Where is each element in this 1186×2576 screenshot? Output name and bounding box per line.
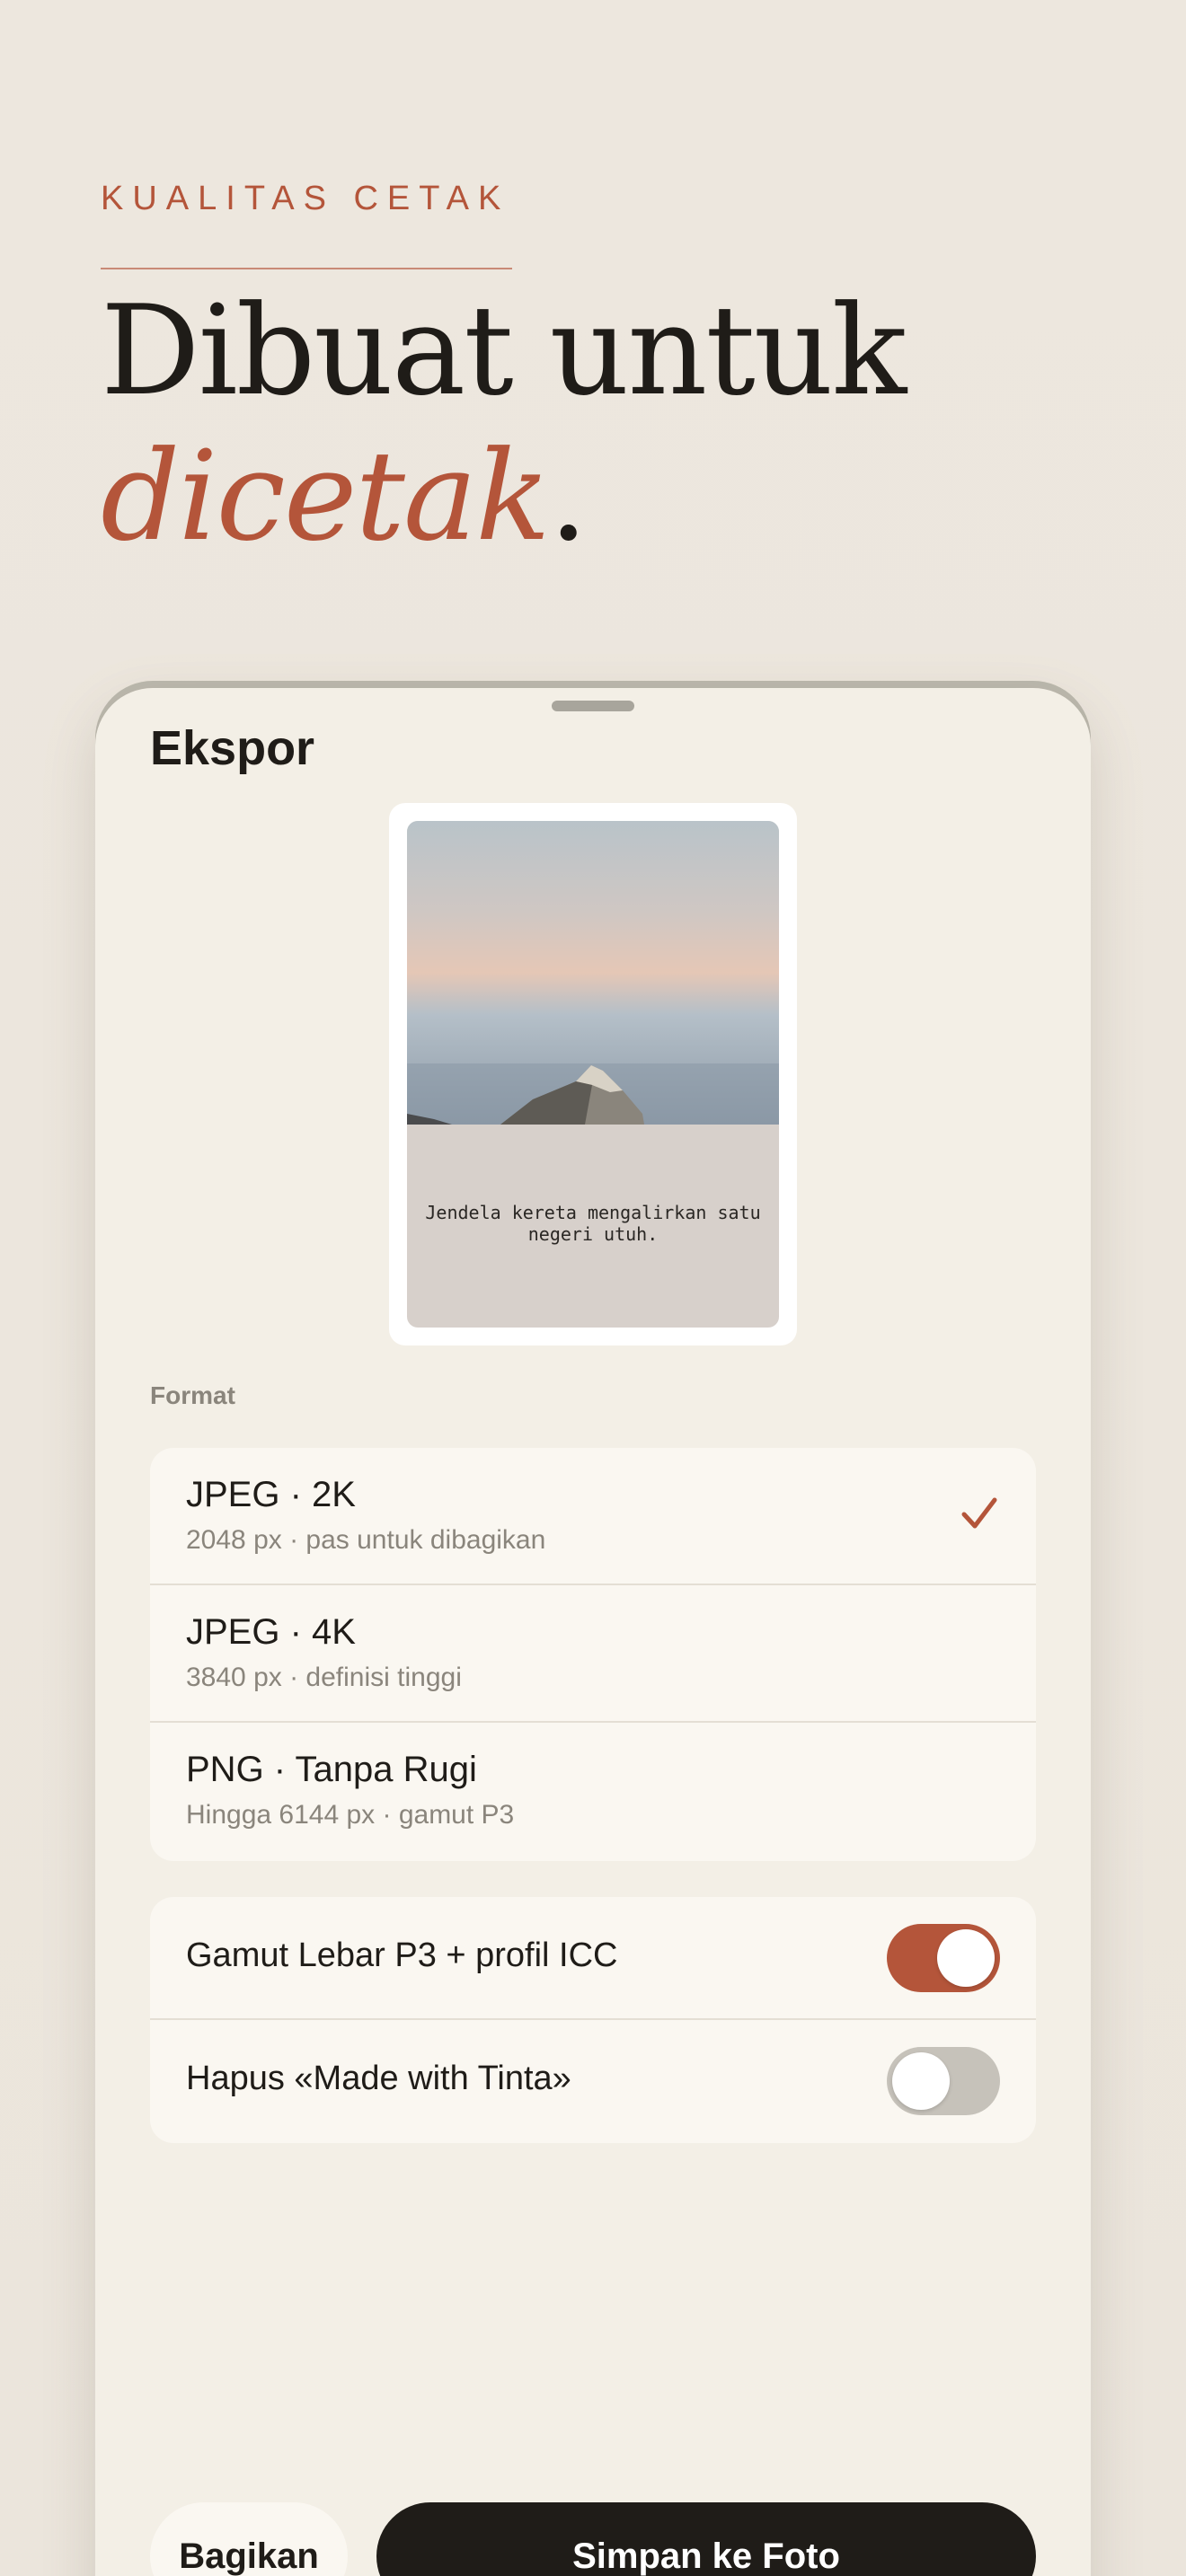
format-option-png-lossless[interactable]: PNG · Tanpa Rugi Hingga 6144 px · gamut … (150, 1723, 1036, 1860)
format-subtitle: Hingga 6144 px · gamut P3 (186, 1800, 515, 1830)
hero-section: KUALITAS CETAK Dibuat untuk dicetak. (101, 180, 907, 569)
format-option-jpeg-2k[interactable]: JPEG · 2K 2048 px · pas untuk dibagikan (150, 1448, 1036, 1585)
format-option-jpeg-4k[interactable]: JPEG · 4K 3840 px · definisi tinggi (150, 1585, 1036, 1723)
export-options: Gamut Lebar P3 + profil ICC Hapus «Made … (150, 1897, 1036, 2143)
headline-accent: dicetak (101, 424, 551, 569)
preview-photo (407, 821, 779, 1125)
format-subtitle: 3840 px · definisi tinggi (186, 1663, 462, 1692)
headline-period: . (548, 424, 589, 569)
hero-headline: Dibuat untuk dicetak. (101, 278, 1089, 569)
headline-line-1: Dibuat untuk (101, 278, 907, 423)
share-button[interactable]: Bagikan (150, 2502, 348, 2576)
wide-gamut-toggle[interactable] (887, 1924, 1000, 1992)
checkmark-icon (961, 1497, 997, 1529)
wide-gamut-row: Gamut Lebar P3 + profil ICC (150, 1897, 1036, 2020)
sheet-title: Ekspor (150, 721, 315, 775)
toggle-knob (892, 2052, 950, 2110)
preview-caption: Jendela kereta mengalirkan satu negeri u… (425, 1202, 761, 1245)
format-title: JPEG · 4K (186, 1612, 356, 1652)
format-title: PNG · Tanpa Rugi (186, 1750, 477, 1789)
remove-watermark-toggle[interactable] (887, 2047, 1000, 2115)
eyebrow-divider (101, 268, 512, 269)
save-to-photos-button[interactable]: Simpan ke Foto (376, 2502, 1036, 2576)
wide-gamut-label: Gamut Lebar P3 + profil ICC (186, 1936, 618, 1974)
eyebrow-label: KUALITAS CETAK (101, 180, 510, 217)
remove-watermark-row: Hapus «Made with Tinta» (150, 2020, 1036, 2143)
rock-seascape-image (407, 1063, 779, 1125)
remove-watermark-label: Hapus «Made with Tinta» (186, 2060, 571, 2097)
format-section-label: Format (150, 1381, 235, 1409)
preview-card: Jendela kereta mengalirkan satu negeri u… (407, 821, 779, 1328)
export-sheet: Ekspor Jendela kereta mengalirkan satu n… (95, 688, 1091, 2576)
sheet-grabber[interactable] (552, 701, 634, 711)
export-preview: Jendela kereta mengalirkan satu negeri u… (389, 803, 797, 1345)
format-subtitle: 2048 px · pas untuk dibagikan (186, 1525, 546, 1555)
format-list: JPEG · 2K 2048 px · pas untuk dibagikan … (150, 1448, 1036, 1861)
toggle-knob (937, 1929, 995, 1987)
format-title: JPEG · 2K (186, 1475, 356, 1514)
